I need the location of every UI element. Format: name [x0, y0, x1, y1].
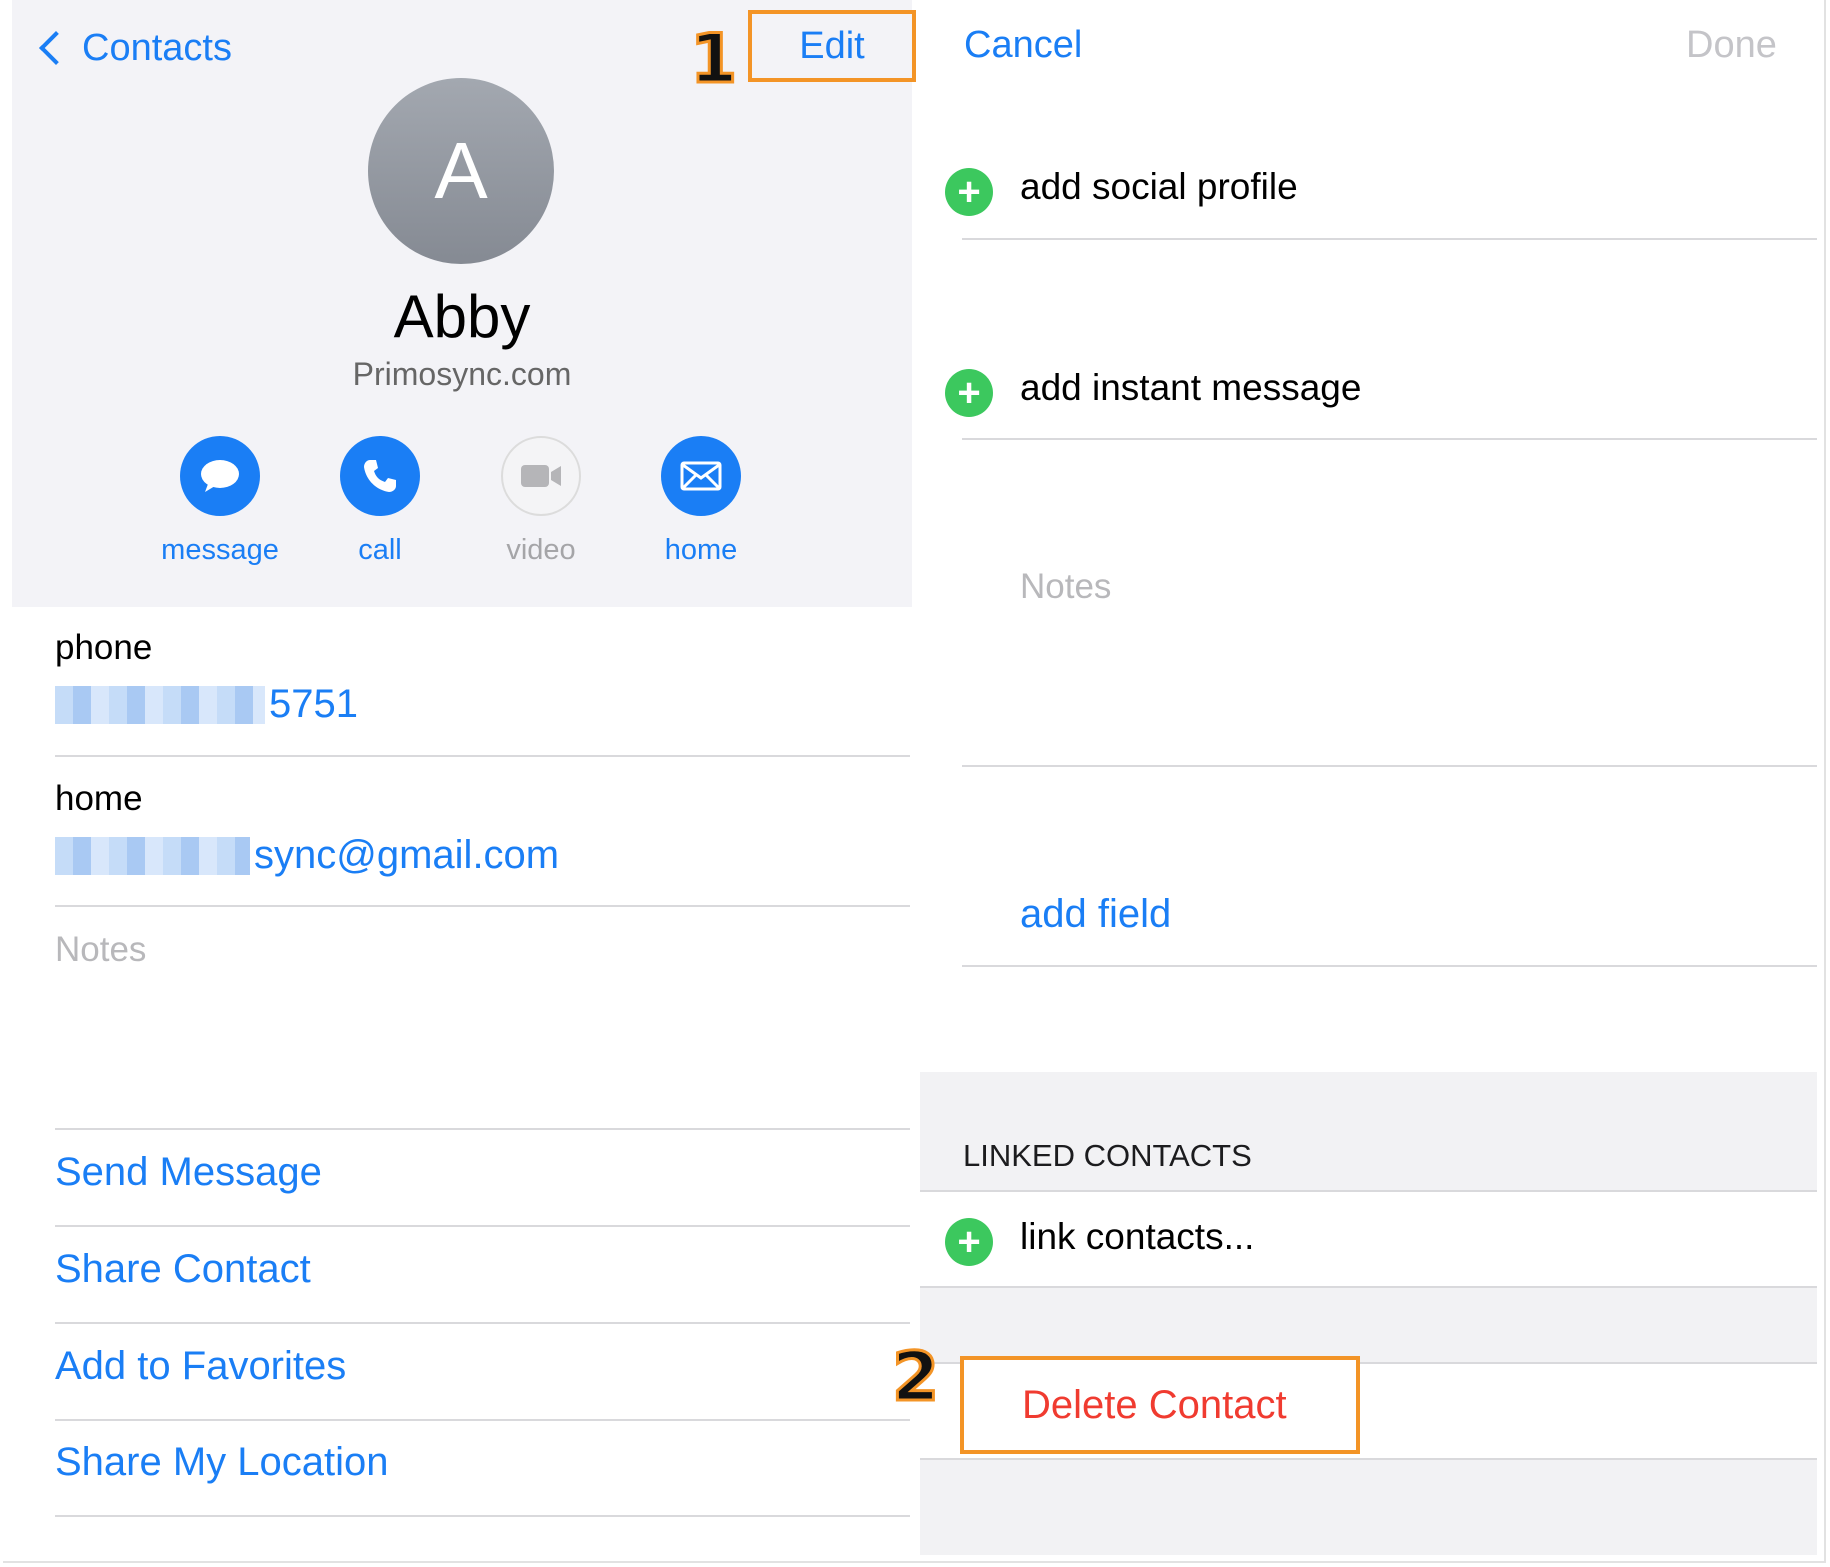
bottom-spacer	[920, 1460, 1817, 1555]
back-to-contacts-button[interactable]: Contacts	[38, 22, 232, 74]
video-action-label: video	[506, 534, 576, 566]
video-camera-icon	[501, 436, 581, 516]
linked-contacts-title: LINKED CONTACTS	[963, 1138, 1252, 1173]
chevron-left-icon	[39, 31, 73, 65]
call-action-label: call	[358, 534, 402, 566]
back-button-label: Contacts	[82, 26, 232, 69]
phone-value[interactable]: 5751	[55, 682, 358, 727]
divider	[962, 238, 1817, 240]
message-action-label: message	[161, 534, 279, 566]
divider	[962, 965, 1817, 967]
share-my-location-link[interactable]: Share My Location	[55, 1440, 389, 1485]
divider	[962, 438, 1817, 440]
video-action: video	[461, 436, 621, 567]
plus-icon[interactable]: +	[945, 369, 993, 417]
email-value-visible: sync@gmail.com	[254, 833, 560, 877]
link-contacts[interactable]: link contacts...	[1020, 1216, 1254, 1258]
divider	[55, 1419, 910, 1421]
add-field-button[interactable]: add field	[1020, 892, 1171, 937]
plus-icon[interactable]: +	[945, 1218, 993, 1266]
redacted-email-prefix	[55, 836, 250, 875]
contact-name: Abby	[393, 283, 531, 350]
phone-label: phone	[55, 628, 153, 667]
notes-field[interactable]: Notes	[55, 930, 146, 970]
email-value[interactable]: sync@gmail.com	[55, 833, 559, 878]
plus-icon[interactable]: +	[945, 168, 993, 216]
mail-envelope-icon	[661, 436, 741, 516]
phone-icon	[340, 436, 420, 516]
divider	[920, 1190, 1817, 1192]
email-action[interactable]: home	[621, 436, 781, 567]
message-bubble-icon	[180, 436, 260, 516]
divider	[55, 1225, 910, 1227]
step-1-marker: 1	[688, 20, 738, 99]
email-action-label: home	[664, 534, 738, 566]
divider	[920, 1286, 1817, 1288]
section-spacer	[920, 1286, 1817, 1364]
call-action[interactable]: call	[300, 436, 460, 567]
divider	[962, 765, 1817, 767]
message-action[interactable]: message	[140, 436, 300, 567]
cancel-button[interactable]: Cancel	[964, 24, 1082, 67]
delete-contact-button[interactable]: Delete Contact	[960, 1356, 1360, 1454]
add-to-favorites-link[interactable]: Add to Favorites	[55, 1344, 346, 1389]
add-instant-message[interactable]: add instant message	[1020, 367, 1361, 409]
contact-company: Primosync.com	[352, 356, 572, 392]
divider	[55, 755, 910, 757]
phone-value-visible: 5751	[269, 682, 358, 726]
email-label: home	[55, 779, 143, 818]
divider	[55, 905, 910, 907]
divider	[55, 1128, 910, 1130]
divider	[55, 1515, 910, 1517]
edit-button[interactable]: Edit	[748, 10, 916, 82]
share-contact-link[interactable]: Share Contact	[55, 1247, 311, 1292]
step-2-marker: 2	[890, 1338, 940, 1417]
send-message-link[interactable]: Send Message	[55, 1150, 322, 1195]
avatar: A	[368, 78, 554, 264]
divider	[55, 1322, 910, 1324]
notes-field[interactable]: Notes	[1020, 567, 1111, 607]
add-social-profile[interactable]: add social profile	[1020, 166, 1298, 208]
done-button[interactable]: Done	[1686, 24, 1777, 67]
redacted-phone-digits	[55, 685, 265, 724]
